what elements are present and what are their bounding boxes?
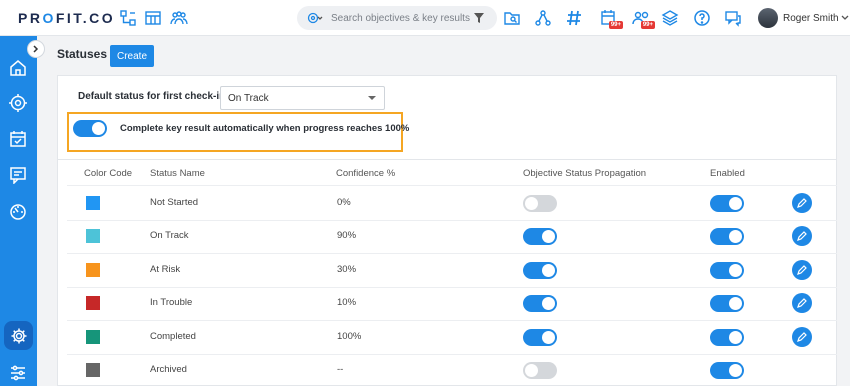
people-alert-icon[interactable]: 99+ [631, 8, 655, 29]
profit-co-logo[interactable]: PROFIT.CO [18, 10, 115, 26]
confidence-value: 10% [337, 297, 357, 309]
user-name: Roger Smith [783, 12, 839, 24]
column-header-enabled: Enabled [710, 168, 745, 179]
propagation-toggle[interactable] [523, 228, 557, 246]
color-swatch [86, 329, 100, 344]
feedback-icon[interactable] [8, 165, 28, 185]
auto-complete-toggle[interactable] [73, 120, 107, 137]
dropdown-arrow-icon [368, 96, 376, 100]
folder-search-icon[interactable] [502, 8, 522, 28]
propagation-toggle[interactable] [523, 295, 557, 313]
confidence-value: 30% [337, 263, 357, 275]
team-icon[interactable] [169, 8, 189, 28]
notification-badge: 99+ [608, 21, 623, 29]
row-divider [67, 219, 837, 221]
status-name: At Risk [150, 263, 181, 275]
color-swatch [86, 363, 100, 378]
column-header-color-code: Color Code [84, 168, 133, 179]
color-swatch [86, 262, 100, 277]
column-header-confidence: Confidence % [336, 168, 396, 179]
pencil-icon [797, 331, 807, 342]
status-name: Archived [150, 364, 187, 376]
row-divider [67, 286, 837, 288]
logo-text-rest: FIT.CO [55, 10, 116, 26]
dashboard-icon[interactable] [143, 8, 163, 28]
pencil-icon [797, 231, 807, 242]
chevron-right-icon [33, 45, 39, 53]
confidence-value: -- [337, 364, 344, 376]
enabled-toggle[interactable] [710, 295, 744, 313]
propagation-toggle[interactable] [523, 194, 557, 212]
sidebar [0, 36, 37, 386]
edit-button[interactable] [792, 259, 812, 280]
hashtag-icon[interactable] [564, 8, 584, 28]
status-name: Completed [150, 330, 196, 342]
search-input[interactable]: Search objectives & key results [331, 13, 473, 24]
propagation-toggle[interactable] [523, 261, 557, 279]
chat-icon[interactable] [723, 8, 743, 28]
default-status-label: Default status for first check-in [78, 91, 226, 102]
task-calendar-icon[interactable] [8, 129, 28, 149]
settings-gear-icon[interactable] [4, 321, 33, 350]
default-status-select[interactable]: On Track [220, 86, 385, 110]
filter-icon[interactable] [473, 12, 489, 24]
enabled-toggle[interactable] [710, 328, 744, 346]
pencil-icon [797, 264, 807, 275]
top-bar: PROFIT.CO Search objectives & key result… [0, 0, 850, 36]
status-name: Not Started [150, 196, 199, 208]
auto-complete-label: Complete key result automatically when p… [120, 123, 410, 134]
header-divider [67, 185, 837, 186]
enabled-toggle[interactable] [710, 194, 744, 212]
avatar [758, 8, 778, 28]
sidebar-expand-button[interactable] [27, 40, 45, 58]
enabled-toggle[interactable] [710, 362, 744, 380]
confidence-value: 0% [337, 196, 351, 208]
confidence-value: 100% [337, 330, 362, 342]
confidence-value: 90% [337, 230, 357, 242]
search-bar[interactable]: Search objectives & key results [297, 6, 497, 30]
status-name: In Trouble [150, 297, 193, 309]
page-title: Statuses [57, 47, 108, 61]
enabled-toggle[interactable] [710, 228, 744, 246]
logo-text-main: PR [18, 10, 43, 26]
row-divider [67, 320, 837, 321]
create-button[interactable]: Create [110, 45, 155, 67]
propagation-toggle[interactable] [523, 328, 557, 346]
network-icon[interactable] [533, 8, 553, 28]
row-divider [67, 353, 837, 355]
notification-badge: 99+ [640, 21, 655, 29]
home-icon[interactable] [8, 58, 28, 78]
color-swatch [86, 296, 100, 311]
color-swatch [86, 195, 100, 210]
pencil-icon [797, 298, 807, 309]
user-menu[interactable]: Roger Smith [758, 8, 849, 28]
calendar-alert-icon[interactable]: 99+ [599, 8, 623, 29]
column-header-status-name: Status Name [150, 168, 205, 179]
color-swatch [86, 229, 100, 244]
okr-target-icon[interactable] [8, 93, 28, 113]
edit-button[interactable] [792, 192, 812, 213]
default-status-value: On Track [228, 92, 269, 104]
propagation-toggle[interactable] [523, 362, 557, 380]
layers-icon[interactable] [660, 8, 680, 28]
edit-button[interactable] [792, 326, 812, 347]
org-chart-icon[interactable] [118, 8, 138, 28]
column-header-propagation: Objective Status Propagation [523, 168, 647, 179]
chevron-down-icon [841, 15, 849, 20]
performance-gauge-icon[interactable] [8, 202, 28, 222]
sliders-icon[interactable] [8, 363, 28, 383]
help-icon[interactable] [692, 8, 712, 28]
scope-target-icon[interactable] [307, 10, 327, 26]
enabled-toggle[interactable] [710, 261, 744, 279]
row-divider [67, 253, 837, 254]
status-name: On Track [150, 230, 189, 242]
pencil-icon [797, 197, 807, 208]
logo-text-o: O [42, 10, 56, 26]
